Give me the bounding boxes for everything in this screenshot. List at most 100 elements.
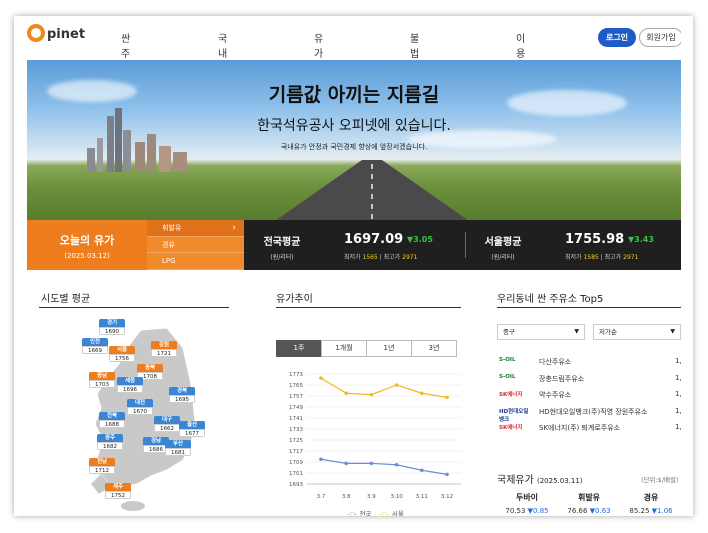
station-row[interactable]: S-OIL 장충드림주유소 1,755: [499, 371, 681, 387]
region-name: 경기: [99, 319, 125, 327]
tab-1month[interactable]: 1개월: [321, 340, 367, 357]
region-value: 1670: [127, 407, 153, 415]
y-tick-label: 1693: [289, 482, 303, 488]
station-price: 1,739: [674, 357, 681, 365]
legend-label: 서울: [391, 510, 404, 516]
x-tick-label: 3.8: [342, 494, 351, 500]
region-name: 전남: [89, 458, 115, 466]
data-point[interactable]: [420, 468, 424, 473]
data-point[interactable]: [445, 395, 449, 400]
fuel-tabs: 휘발유 › 경유 LPG: [147, 220, 244, 270]
intl-date: (2025.03.11): [537, 477, 583, 485]
join-button[interactable]: 회원가입: [639, 28, 681, 47]
region-value: 1712: [89, 466, 115, 474]
opinet-logo[interactable]: pinet: [27, 24, 85, 42]
brand-logo-icon: S-OIL: [499, 357, 516, 363]
tab-1week[interactable]: 1주: [276, 340, 322, 357]
data-point[interactable]: [394, 462, 399, 467]
region-value: 1662: [154, 424, 180, 432]
region-12[interactable]: 광주 1682: [97, 434, 123, 450]
data-point[interactable]: [319, 376, 323, 380]
data-point[interactable]: [319, 457, 323, 462]
seoul-min: 1585: [583, 254, 599, 261]
tab-1year[interactable]: 1년: [366, 340, 412, 357]
fuel-tab-lpg[interactable]: LPG: [147, 253, 244, 270]
station-row[interactable]: SK에너지 SK에너지(주) 퇴계로주유소 1,940: [499, 420, 681, 436]
data-point[interactable]: [369, 461, 374, 466]
period-tabs: 1주 1개월 1년 3년: [276, 340, 457, 357]
station-row[interactable]: S-OIL 다산주유소 1,739: [499, 354, 681, 370]
region-0[interactable]: 경기 1690: [99, 319, 125, 335]
region-name: 서울: [109, 346, 135, 354]
region-3[interactable]: 강원 1721: [151, 341, 177, 357]
region-9[interactable]: 전북 1688: [99, 412, 125, 428]
x-tick-label: 3.10: [390, 494, 403, 500]
intl-value: 76.66: [567, 507, 588, 515]
region-15[interactable]: 전남 1712: [89, 458, 115, 474]
station-name: 약수주유소: [539, 391, 572, 399]
intl-dubai: 두바이 70.53 ▼0.85: [497, 492, 557, 515]
y-tick-label: 1741: [289, 416, 303, 422]
data-point[interactable]: [369, 392, 374, 397]
intl-title-text: 국제유가: [497, 475, 534, 486]
region-name: 충남: [89, 372, 115, 380]
intl-diesel: 경유 85.25 ▼1.06: [621, 492, 681, 515]
legend-item-seoul[interactable]: -○- 서울: [379, 508, 403, 516]
region-1[interactable]: 인천 1669: [82, 338, 108, 354]
region-name: 대전: [127, 399, 153, 407]
sort-select[interactable]: 저가순 ▼: [593, 324, 681, 340]
station-name: 장충드림주유소: [539, 374, 585, 383]
station-row[interactable]: SK에너지 약수주유소 1,797: [499, 387, 681, 403]
national-minmax: 최저가 1565 | 최고가 2971: [344, 252, 417, 261]
region-2[interactable]: 서울 1756: [109, 346, 135, 362]
region-name: 세종: [117, 377, 143, 385]
separator: |: [379, 254, 382, 261]
hero-subtitle: 한국석유공사 오피넷에 있습니다.: [257, 118, 451, 134]
logo-text: pinet: [47, 27, 86, 42]
region-value: 1681: [165, 448, 191, 456]
seoul-diff: ▼3.43: [628, 235, 654, 244]
region-7[interactable]: 경북 1695: [169, 387, 195, 403]
region-value: 1688: [99, 420, 125, 428]
data-point[interactable]: [394, 383, 399, 387]
region-8[interactable]: 대전 1670: [127, 399, 153, 415]
fuel-tab-gasoline[interactable]: 휘발유 ›: [147, 220, 244, 237]
x-tick-label: 3.7: [317, 494, 326, 500]
data-point[interactable]: [445, 472, 449, 477]
trend-title: 유가추이: [276, 294, 313, 305]
login-button[interactable]: 로그인: [598, 28, 636, 47]
hero-banner: 기름값 아끼는 지름길 한국석유공사 오피넷에 있습니다. 국내유가 안정과 국…: [27, 60, 681, 220]
region-16[interactable]: 제주 1752: [105, 483, 131, 499]
region-10[interactable]: 대구 1662: [154, 416, 180, 432]
intl-value-row: 70.53 ▼0.85: [497, 507, 557, 515]
station-name: SK에너지(주) 퇴계로주유소: [539, 424, 621, 432]
region-name: 전북: [99, 412, 125, 420]
chevron-right-icon: ›: [232, 223, 236, 233]
data-point[interactable]: [344, 391, 348, 396]
seoul-label: 서울평균: [484, 237, 522, 248]
y-tick-label: 1765: [289, 383, 303, 389]
intl-diff: ▼0.85: [527, 507, 549, 515]
intl-value: 70.53: [505, 507, 526, 515]
logo-o-mark: [27, 24, 45, 42]
station-row[interactable]: HD현대오일뱅크HD현대오일뱅크(주)직영 장원주유소1,888: [499, 404, 681, 423]
region-14[interactable]: 부산 1681: [165, 440, 191, 456]
y-tick-label: 1709: [289, 460, 303, 466]
browser-frame: pinet 싼 주유소찾기 국내유가통계 유가관련정보 불법행위공표 이용안내 …: [14, 16, 693, 516]
region-value: 1690: [99, 327, 125, 335]
series-line-1: [320, 377, 448, 398]
y-tick-label: 1773: [289, 372, 303, 378]
region-11[interactable]: 울산 1677: [179, 421, 205, 437]
data-point[interactable]: [344, 461, 348, 466]
region-5[interactable]: 충남 1703: [89, 372, 115, 388]
fuel-tab-diesel[interactable]: 경유: [147, 237, 244, 254]
region-value: 1721: [151, 349, 177, 357]
max-label: 최고가: [604, 254, 622, 261]
tab-3year[interactable]: 3년: [411, 340, 457, 357]
data-point[interactable]: [420, 391, 424, 396]
region-6[interactable]: 세종 1696: [117, 377, 143, 393]
brand-logo-icon: SK에너지: [499, 392, 523, 398]
region-value: 1752: [105, 491, 131, 499]
legend-item-national[interactable]: -○- 전국: [347, 508, 371, 516]
district-select[interactable]: 중구 ▼: [497, 324, 585, 340]
